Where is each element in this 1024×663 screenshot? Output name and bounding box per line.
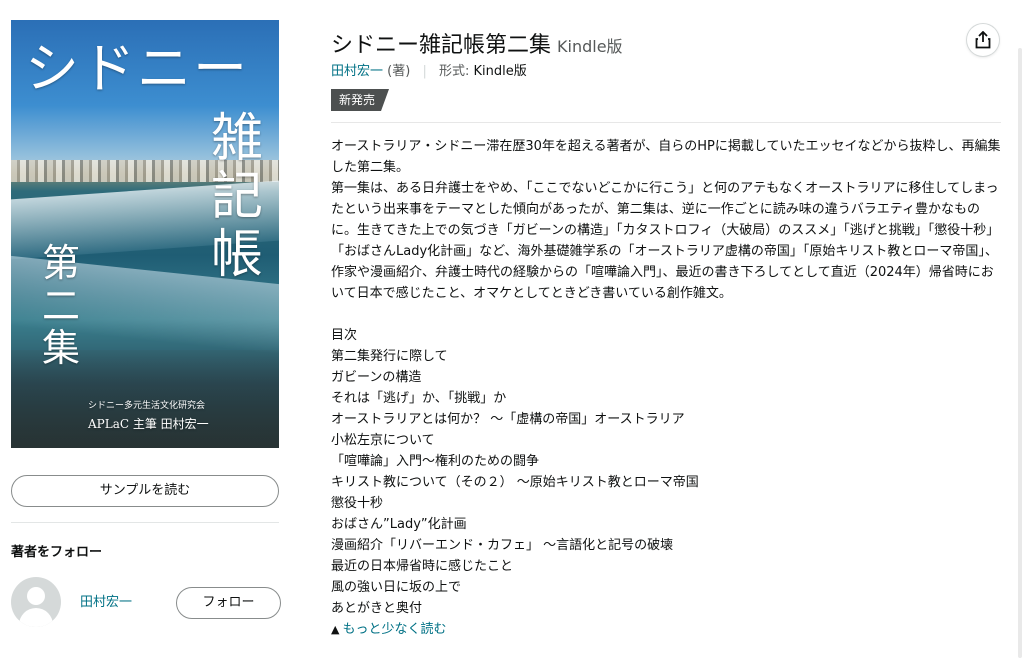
share-icon — [975, 31, 991, 49]
toc-item: それは「逃げ」か、「挑戦」か — [331, 391, 507, 406]
product-title-row: シドニー雑記帳第二集 Kindle版 — [331, 27, 623, 59]
page-scrollbar[interactable] — [1018, 48, 1022, 658]
cover-author: APLaC 主筆 田村宏一 — [88, 417, 209, 431]
toc-item: 小松左京について — [331, 433, 435, 448]
format-value: Kindle版 — [473, 64, 527, 79]
follow-button[interactable]: フォロー — [176, 587, 281, 619]
toc-item: 懲役十秒 — [331, 496, 384, 511]
byline-author-role: (著) — [387, 64, 411, 79]
default-avatar-icon[interactable] — [11, 577, 61, 627]
byline: 田村宏一 (著) | 形式: Kindle版 — [331, 60, 527, 79]
book-cover-image[interactable]: シドニー 雑記帳 第二集 シドニー多元生活文化研究会 APLaC 主筆 田村宏一 — [11, 20, 279, 448]
cover-publisher: シドニー多元生活文化研究会 — [88, 401, 206, 411]
product-title: シドニー雑記帳第二集 — [331, 33, 552, 58]
sidebar-divider — [11, 522, 279, 523]
format-label: 形式: — [438, 64, 470, 79]
read-sample-button[interactable]: サンプルを読む — [11, 475, 279, 507]
new-release-badge: 新発売 — [331, 89, 389, 111]
product-format-title: Kindle版 — [557, 37, 623, 56]
cover-title-vertical: 雑記帳 — [210, 109, 263, 286]
toc-heading: 目次 — [331, 328, 358, 343]
toc-item: あとがきと奥付 — [331, 601, 423, 616]
description-paragraph: オーストラリア・シドニー滞在歴30年を超える著者が、自らのHPに掲載していたエッ… — [331, 139, 1001, 175]
toc-item: ガビーンの構造 — [331, 370, 422, 385]
share-button[interactable] — [967, 24, 999, 56]
read-less-label: もっと少なく読む — [342, 622, 447, 637]
toc-item: キリスト教について（その２） ～原始キリスト教とローマ帝国 — [331, 475, 699, 490]
author-link[interactable]: 田村宏一 — [80, 591, 132, 610]
read-less-link[interactable]: ▲ もっと少なく読む — [331, 619, 1001, 640]
byline-author-link[interactable]: 田村宏一 — [331, 64, 383, 79]
header-divider — [331, 122, 1001, 123]
chevron-up-icon: ▲ — [331, 623, 340, 636]
cover-subtitle-vertical: 第二集 — [41, 241, 80, 371]
description-paragraph: 第一集は、ある日弁護士をやめ、「ここでないどこかに行こう」と何のアテもなくオース… — [331, 181, 1000, 301]
toc-item: 第二集発行に際して — [331, 349, 448, 364]
toc-item: おばさん”Lady”化計画 — [331, 517, 467, 532]
cover-title: シドニー — [25, 37, 249, 100]
toc-item: 最近の日本帰省時に感じたこと — [331, 559, 514, 574]
byline-separator: | — [422, 64, 427, 79]
toc-item: 漫画紹介「リバーエンド・カフェ」 ～言語化と記号の破壊 — [331, 538, 674, 553]
toc-item: オーストラリアとは何か？ ～「虚構の帝国」オーストラリア — [331, 412, 685, 427]
follow-author-heading: 著者をフォロー — [11, 545, 103, 560]
book-description: オーストラリア・シドニー滞在歴30年を超える著者が、自らのHPに掲載していたエッ… — [331, 136, 1001, 640]
toc-item: 風の強い日に坂の上で — [331, 580, 462, 595]
toc-item: 「喧嘩論」入門～権利のための闘争 — [331, 454, 540, 469]
